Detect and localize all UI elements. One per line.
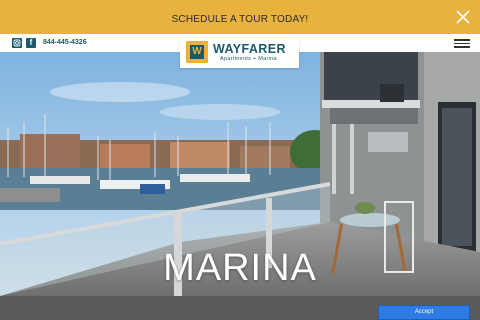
close-icon[interactable]: [454, 8, 472, 26]
logo[interactable]: W WAYFARER Apartments + Marina: [180, 38, 299, 68]
hero-title: MARINA: [163, 247, 317, 289]
accept-button[interactable]: Accept: [378, 305, 470, 320]
instagram-icon[interactable]: [12, 38, 22, 48]
logo-name: WAYFARER: [213, 42, 286, 56]
hero-image: MARINA: [0, 52, 480, 296]
logo-mark: W: [186, 41, 208, 63]
phone-link[interactable]: 844-445-4326: [43, 38, 87, 48]
promo-banner[interactable]: SCHEDULE A TOUR TODAY!: [0, 0, 480, 34]
hamburger-menu-icon[interactable]: [454, 39, 470, 48]
logo-subtitle: Apartments + Marina: [220, 56, 277, 62]
logo-mark-letter: W: [190, 45, 204, 59]
schedule-tour-link[interactable]: SCHEDULE A TOUR TODAY!: [0, 0, 480, 34]
facebook-icon[interactable]: f: [26, 38, 36, 48]
